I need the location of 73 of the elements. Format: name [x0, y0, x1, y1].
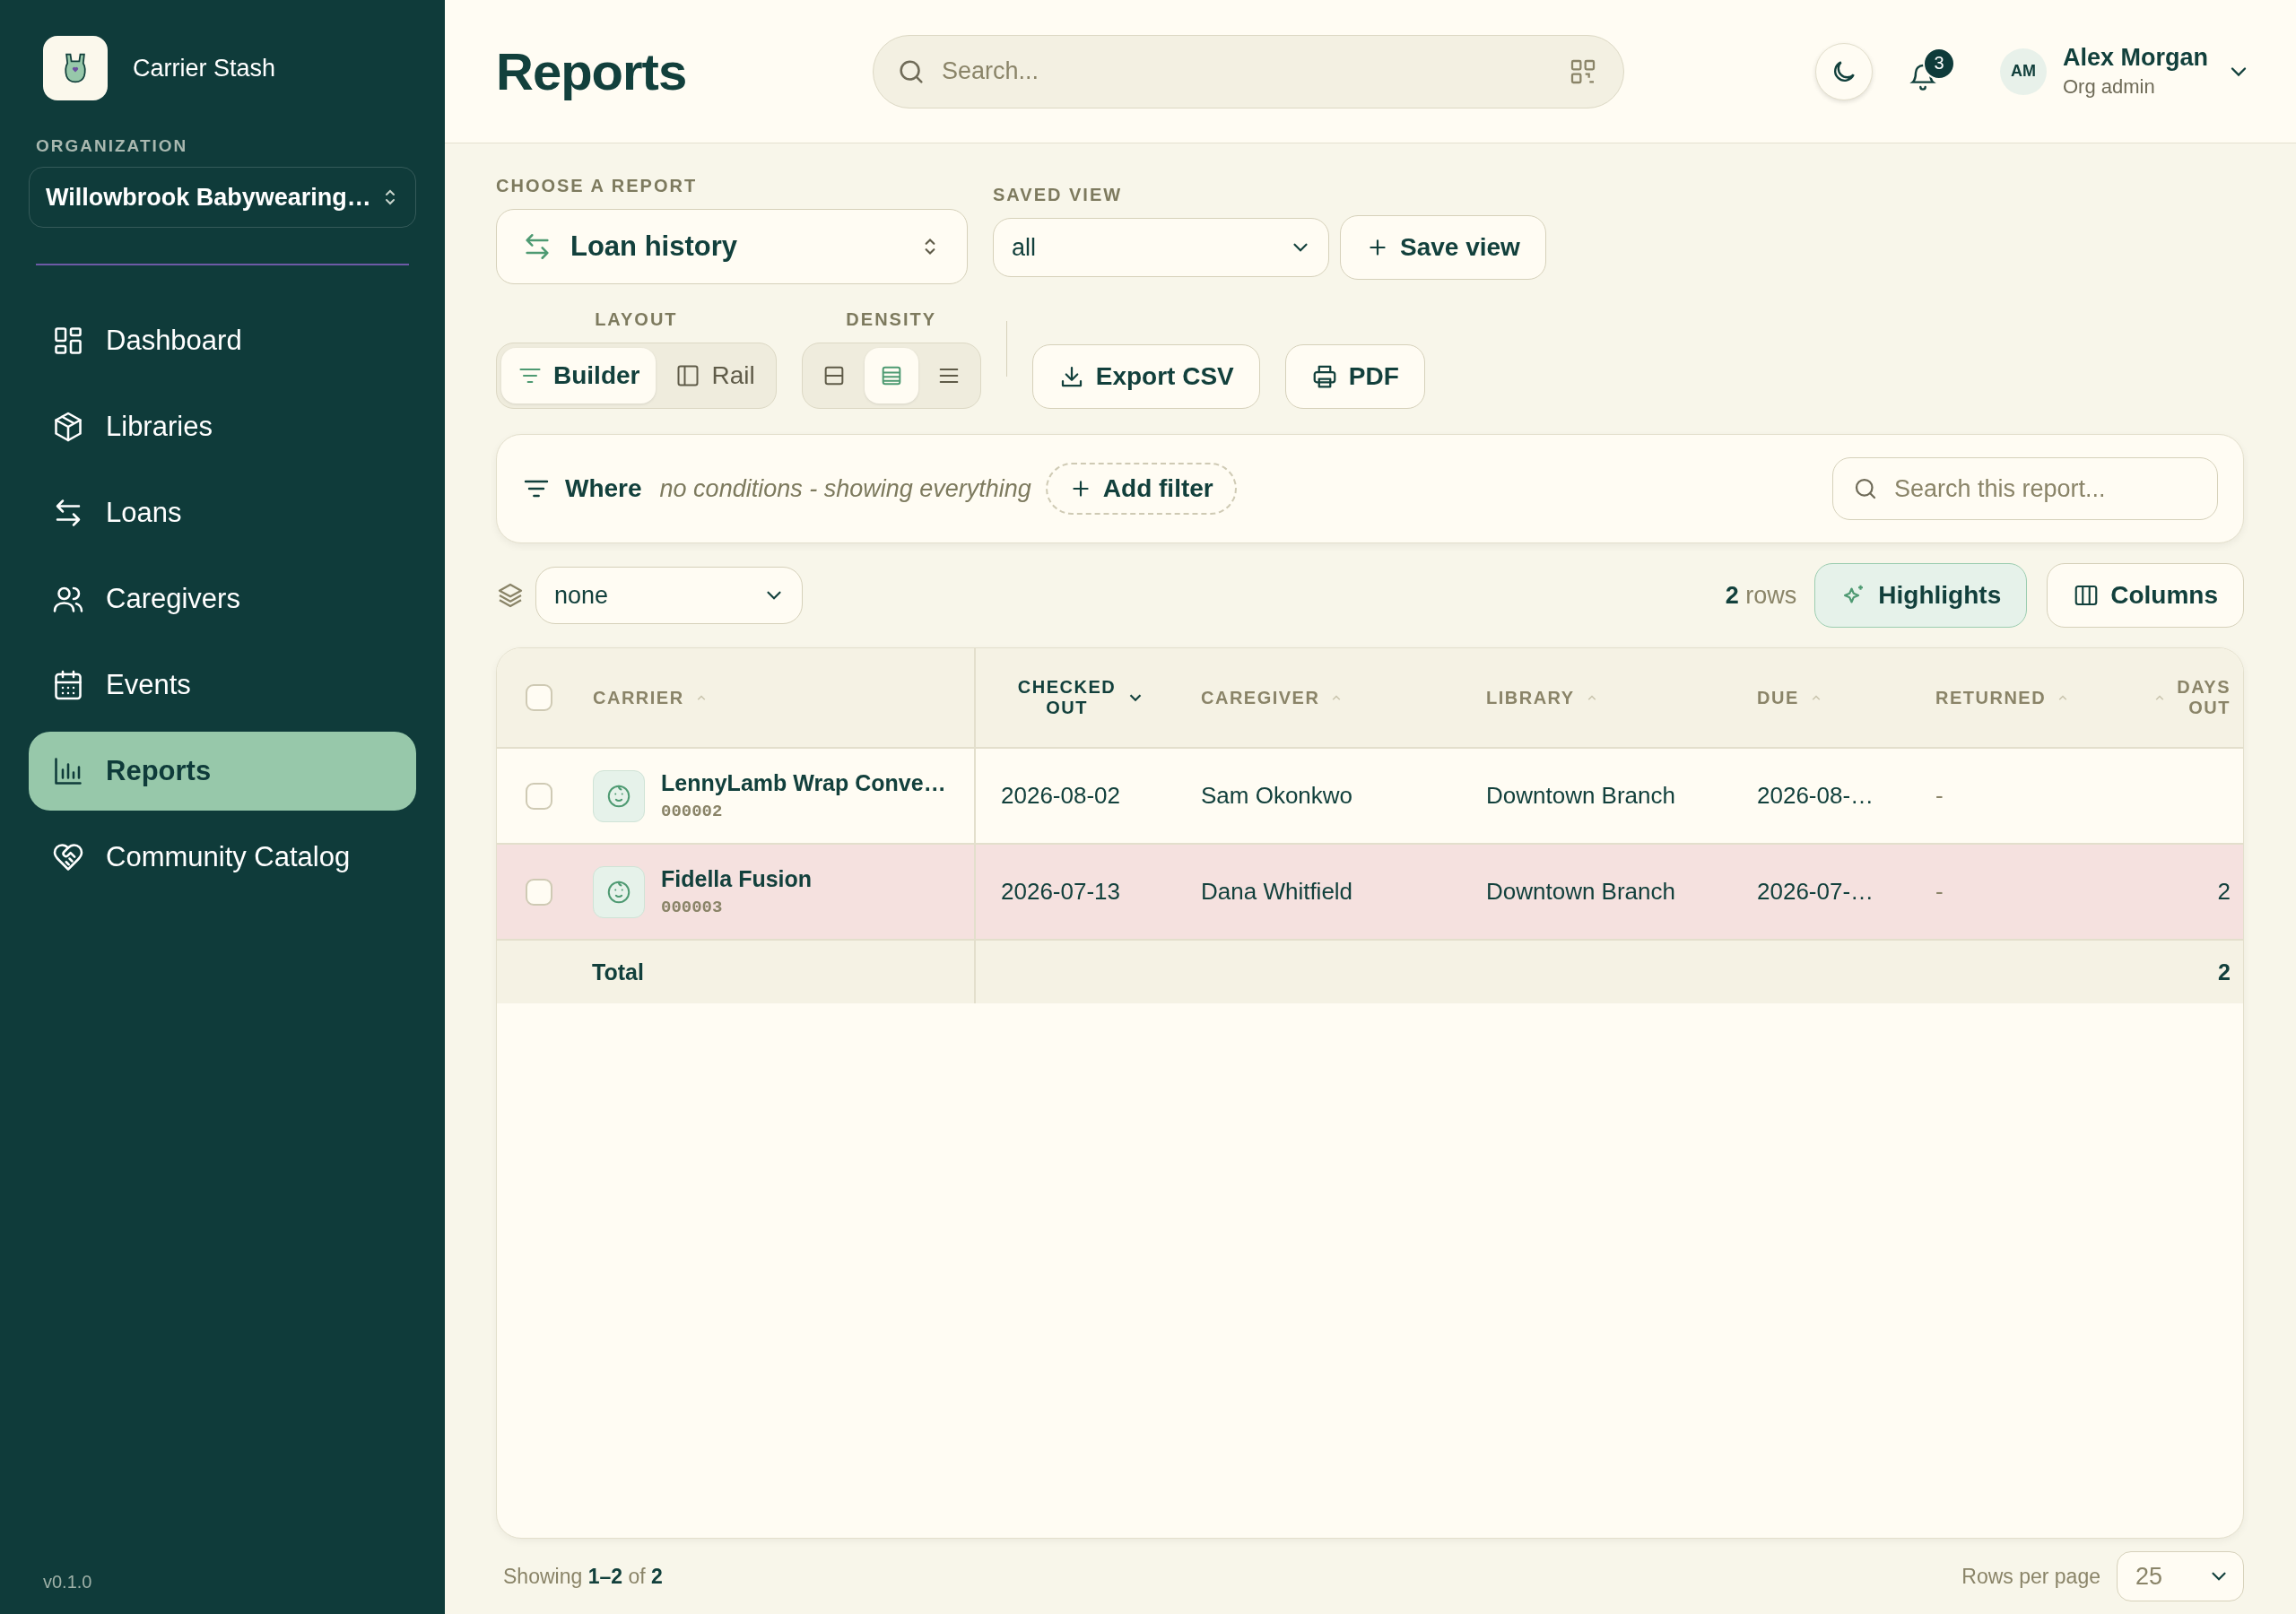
bar-chart-icon	[52, 755, 84, 787]
rows-per-page-label: Rows per page	[1961, 1564, 2100, 1589]
select-all-checkbox[interactable]	[525, 684, 552, 711]
notifications-button[interactable]: 3	[1899, 47, 1955, 96]
columns-button[interactable]: Columns	[2047, 563, 2244, 628]
layers-icon	[496, 581, 525, 610]
grid-icon	[52, 325, 84, 357]
rows-per-page-select[interactable]: 25	[2117, 1551, 2244, 1601]
organization-select[interactable]: Willowbrook Babywearing…	[29, 167, 416, 228]
section-label: ORGANIZATION	[35, 136, 189, 156]
column-header[interactable]: CHECKED OUT	[976, 648, 1187, 747]
nav-item[interactable]: Events	[29, 646, 416, 725]
table-cell: Dana Whitfield	[1201, 878, 1353, 906]
table-cell: Sam Okonkwo	[1201, 782, 1353, 810]
table-cell: 2	[2217, 878, 2231, 906]
group-by-select[interactable]: none	[535, 567, 803, 624]
user-role: Org admin	[2062, 75, 2156, 99]
pdf-button[interactable]: PDF	[1284, 344, 1425, 409]
carrier-id: 000002	[661, 802, 724, 821]
user-avatar: AM	[1999, 48, 2047, 95]
baby-icon	[593, 769, 645, 822]
user-name: Alex Morgan	[2062, 44, 2208, 72]
filter-hint: no conditions - showing everything	[659, 474, 1031, 503]
notification-count: 3	[1922, 47, 1955, 80]
search-field[interactable]: Search...	[873, 34, 1624, 108]
total-value: 2	[2218, 959, 2231, 985]
saved-view-select[interactable]: all	[993, 218, 1329, 277]
page-title: Reports	[496, 41, 688, 101]
table-cell: Downtown Branch	[1486, 878, 1675, 906]
report-search-field[interactable]: Search this report...	[1832, 457, 2218, 520]
table-cell: 2026-08-…	[1757, 782, 1874, 810]
carrier-logo-icon	[43, 36, 108, 100]
baby-icon	[593, 865, 645, 918]
field-label: CHOOSE A REPORT	[496, 176, 699, 196]
nav-item[interactable]: Loans	[29, 473, 416, 552]
row-checkbox[interactable]	[525, 878, 552, 906]
nav-item[interactable]: Community Catalog	[29, 818, 416, 897]
filter-label: Where	[565, 474, 642, 503]
heart-icon	[52, 841, 84, 873]
table-row[interactable]: Fidella Fusion 000003 2026-07-13 Dana Whitfield Downtown Branch 2026-07-… - 2	[497, 845, 2243, 941]
pagination-summary: Showing 1–2 of 2	[503, 1564, 663, 1589]
row-count: 2 rows	[1725, 581, 1797, 610]
total-label: Total	[592, 959, 644, 985]
nav-item[interactable]: Libraries	[29, 387, 416, 466]
layout-option[interactable]: Builder	[501, 348, 657, 404]
version-label: v0.1.0	[42, 1572, 93, 1592]
layout-option[interactable]: Rail	[659, 348, 771, 404]
add-filter-button[interactable]: Add filter	[1045, 463, 1237, 515]
nav-item[interactable]: Caregivers	[29, 560, 416, 638]
export-button[interactable]: Export CSV	[1031, 344, 1260, 409]
carrier-name[interactable]: LennyLamb Wrap Conve…	[661, 770, 946, 796]
table-cell: 2026-07-13	[1001, 878, 1120, 906]
report-select[interactable]: Loan history	[496, 209, 968, 284]
field-label: DENSITY	[846, 309, 937, 330]
calendar-icon	[52, 669, 84, 701]
table-cell: 2026-08-02	[1001, 782, 1120, 810]
table-cell: 2026-07-…	[1757, 878, 1874, 906]
nav-item[interactable]: Reports	[29, 732, 416, 811]
row-checkbox[interactable]	[525, 782, 552, 810]
density-option[interactable]	[864, 348, 918, 404]
field-label: LAYOUT	[595, 309, 678, 330]
save-view-button[interactable]: Save view	[1340, 215, 1546, 280]
highlights-button[interactable]: Highlights	[1814, 563, 2028, 628]
theme-toggle-button[interactable]	[1814, 42, 1873, 100]
table-cell: -	[1935, 878, 1944, 906]
table-cell: -	[1935, 782, 1944, 810]
carrier-name[interactable]: Fidella Fusion	[661, 866, 813, 892]
table-cell: Downtown Branch	[1486, 782, 1675, 810]
carrier-id: 000003	[661, 898, 724, 917]
field-label: SAVED VIEW	[993, 185, 1124, 205]
nav-item[interactable]: Dashboard	[29, 301, 416, 380]
cube-icon	[52, 411, 84, 443]
app-name: Carrier Stash	[133, 54, 276, 82]
